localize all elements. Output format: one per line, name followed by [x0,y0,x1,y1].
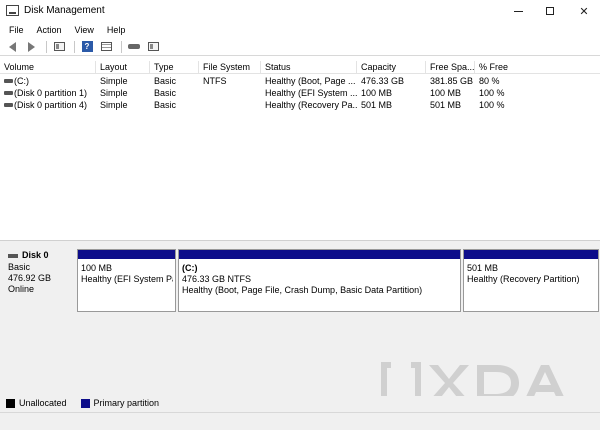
maximize-button[interactable] [532,0,568,22]
menu-action[interactable]: Action [32,25,67,35]
partition-status: Healthy (Boot, Page File, Crash Dump, Ba… [182,285,423,295]
disk-partition-strip: 100 MB Healthy (EFI System Par (C:) 476.… [77,249,600,312]
partition-recovery[interactable]: 501 MB Healthy (Recovery Partition) [463,249,599,312]
volume-status: Healthy (Recovery Pa... [265,100,357,110]
column-volume[interactable]: Volume [0,61,96,74]
volume-name: (C:) [14,76,29,86]
volume-layout: Simple [100,76,128,86]
toolbar-separator [121,40,122,53]
legend-unallocated: Unallocated [19,398,67,408]
volume-status: Healthy (EFI System ... [265,88,357,98]
primary-partition-swatch [80,398,90,408]
volume-type: Basic [154,76,177,86]
details-icon [100,42,112,51]
disk-icon [8,253,18,258]
partition-status: Healthy (Recovery Partition) [467,274,580,284]
disk-management-app-icon [6,5,19,16]
list-icon [147,42,159,51]
details-button[interactable] [98,40,114,54]
volume-row[interactable]: (Disk 0 partition 1) Simple Basic Health… [0,87,600,99]
partition-c[interactable]: (C:) 476.33 GB NTFS Healthy (Boot, Page … [178,249,461,312]
volume-percent-free: 100 % [479,100,505,110]
primary-partition-bar [179,250,460,259]
volume-free-space: 381.85 GB [430,76,474,86]
primary-partition-bar [464,250,598,259]
menu-view[interactable]: View [70,25,99,35]
disk-state: Online [8,284,35,294]
back-button[interactable] [4,40,20,54]
minimize-icon [513,10,523,12]
volume-list-header: Volume Layout Type File System Status Ca… [0,61,600,74]
partition-efi[interactable]: 100 MB Healthy (EFI System Par [77,249,176,312]
partition-status: Healthy (EFI System Par [81,274,173,284]
partition-size: 100 MB [81,263,113,273]
close-icon: ✕ [579,5,589,18]
volume-type: Basic [154,100,177,110]
volume-name: (Disk 0 partition 4) [14,100,88,110]
partition-size: 501 MB [467,263,499,273]
volume-name: (Disk 0 partition 1) [14,88,88,98]
window-title: Disk Management [24,5,105,16]
volume-percent-free: 100 % [479,88,505,98]
column-layout[interactable]: Layout [96,61,150,74]
volume-percent-free: 80 % [479,76,500,86]
rescan-icon [128,44,140,49]
toolbar-separator [74,40,75,53]
unallocated-swatch [6,398,15,408]
forward-button[interactable] [23,40,39,54]
properties-icon [53,42,65,51]
volume-capacity: 476.33 GB [361,76,405,86]
rescan-button[interactable] [126,40,142,54]
list-view-button[interactable] [145,40,161,54]
volume-row[interactable]: (Disk 0 partition 4) Simple Basic Health… [0,99,600,111]
title-bar: Disk Management ✕ [0,0,600,22]
volume-capacity: 501 MB [361,100,393,110]
menu-file[interactable]: File [4,25,29,35]
volume-file-system: NTFS [203,76,227,86]
volume-capacity: 100 MB [361,88,393,98]
volume-layout: Simple [100,88,128,98]
forward-arrow-icon [27,41,35,52]
primary-partition-bar [78,250,175,259]
column-status[interactable]: Status [261,61,357,74]
maximize-icon [546,7,554,15]
help-button[interactable]: ? [79,40,95,54]
volume-free-space: 501 MB [430,100,462,110]
volume-layout: Simple [100,100,128,110]
properties-button[interactable] [51,40,67,54]
toolbar-separator [46,40,47,53]
partition-size: 476.33 GB NTFS [182,274,252,284]
volume-file-system [199,99,261,111]
disk-size: 476.92 GB [8,273,52,283]
disk-info-panel[interactable]: Disk 0 Basic 476.92 GB Online [0,244,76,316]
toolbar: ? [0,38,600,56]
column-percent-free[interactable]: % Free [475,61,600,74]
minimize-button[interactable] [500,0,536,22]
close-button[interactable]: ✕ [566,0,600,22]
menu-bar: File Action View Help [0,22,600,38]
help-icon: ? [81,41,93,52]
legend: Unallocated Primary partition [0,396,600,410]
back-arrow-icon [8,41,16,52]
volume-row[interactable]: (C:) Simple Basic NTFS Healthy (Boot, Pa… [0,75,600,87]
volume-free-space: 100 MB [430,88,462,98]
volume-file-system [199,87,261,99]
column-type[interactable]: Type [150,61,199,74]
disk-type: Basic [8,262,31,272]
column-capacity[interactable]: Capacity [357,61,426,74]
column-file-system[interactable]: File System [199,61,261,74]
partition-name: (C:) [182,263,198,273]
legend-primary-partition: Primary partition [93,398,160,408]
disk-name: Disk 0 [22,250,49,260]
column-free-space[interactable]: Free Spa... [426,61,475,74]
status-bar [0,412,600,430]
volume-type: Basic [154,88,177,98]
menu-help[interactable]: Help [102,25,131,35]
volume-status: Healthy (Boot, Page ... [265,76,356,86]
